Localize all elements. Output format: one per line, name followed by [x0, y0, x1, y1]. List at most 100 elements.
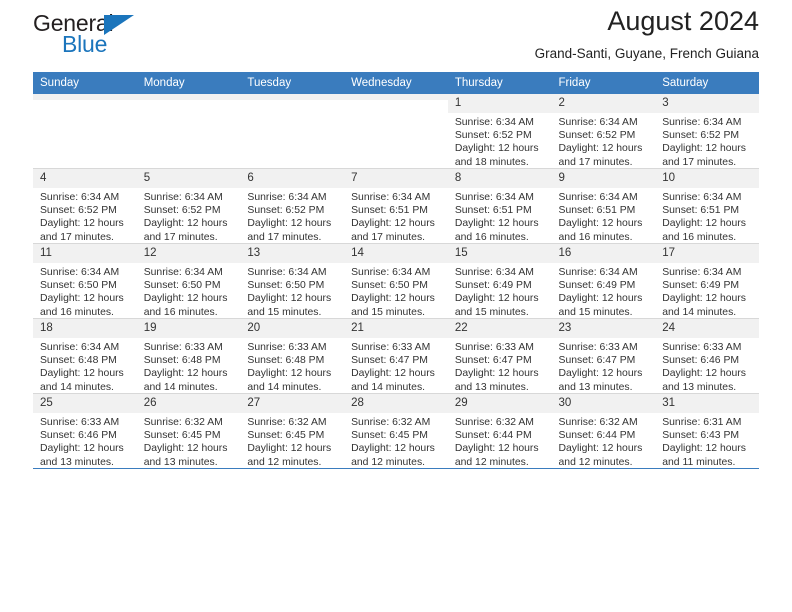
calendar-day-cell-empty — [136, 94, 241, 168]
daylight-text-line1: Daylight: 12 hours — [143, 443, 228, 455]
calendar-day-cell[interactable]: 31 Sunrise: 6:31 AM Sunset: 6:43 PM Dayligh… — [655, 394, 759, 468]
daylight-text-line1: Daylight: 12 hours — [143, 368, 228, 380]
day-number: 3 — [655, 94, 759, 113]
daylight-text-line2: and 15 minutes. — [351, 306, 426, 318]
day-cell-inner: 3 Sunrise: 6:34 AM Sunset: 6:52 PM Daylight… — [655, 94, 759, 168]
day-details: Sunrise: 6:34 AM Sunset: 6:51 PM Daylight:… — [655, 188, 759, 244]
day-number: 27 — [240, 394, 345, 413]
daylight-text-line1: Daylight: 12 hours — [351, 368, 435, 380]
calendar-day-cell[interactable]: 25 Sunrise: 6:33 AM Sunset: 6:46 PM Dayligh… — [33, 394, 137, 468]
day-cell-inner: 19 Sunrise: 6:33 AM Sunset: 6:48 PM Dayligh… — [136, 319, 241, 394]
calendar-day-cell[interactable]: 16 Sunrise: 6:34 AM Sunset: 6:49 PM Dayligh… — [551, 244, 656, 318]
calendar-week-row: 11 Sunrise: 6:34 AM Sunset: 6:50 PM Dayligh… — [33, 244, 759, 318]
daylight-text-line1: Daylight: 12 hours — [662, 143, 746, 155]
sunset-text: Sunset: 6:45 PM — [351, 430, 428, 442]
calendar-day-cell[interactable]: 12 Sunrise: 6:34 AM Sunset: 6:50 PM Dayligh… — [136, 244, 241, 318]
calendar-header-row: Sunday Monday Tuesday Wednesday Thursday… — [33, 72, 759, 94]
calendar-day-cell[interactable]: 23 Sunrise: 6:33 AM Sunset: 6:47 PM Dayligh… — [551, 319, 656, 393]
day-number: 21 — [344, 319, 448, 338]
day-number: 4 — [33, 169, 137, 188]
day-cell-inner: 14 Sunrise: 6:34 AM Sunset: 6:50 PM Dayligh… — [344, 244, 448, 318]
day-details: Sunrise: 6:34 AM Sunset: 6:48 PM Daylight:… — [33, 338, 137, 394]
sunset-text: Sunset: 6:45 PM — [143, 430, 221, 442]
calendar-day-cell[interactable]: 13 Sunrise: 6:34 AM Sunset: 6:50 PM Dayligh… — [240, 244, 345, 318]
day-cell-inner: 13 Sunrise: 6:34 AM Sunset: 6:50 PM Dayligh… — [240, 244, 345, 318]
daylight-text-line2: and 17 minutes. — [558, 156, 633, 168]
daylight-text-line1: Daylight: 12 hours — [247, 443, 332, 455]
day-details: Sunrise: 6:34 AM Sunset: 6:52 PM Daylight:… — [240, 188, 344, 244]
calendar-table: Sunday Monday Tuesday Wednesday Thursday… — [33, 72, 759, 469]
day-details: Sunrise: 6:34 AM Sunset: 6:49 PM Daylight:… — [655, 263, 759, 319]
calendar-day-cell[interactable]: 9 Sunrise: 6:34 AM Sunset: 6:51 PM Daylight… — [551, 169, 656, 243]
calendar-day-cell[interactable]: 11 Sunrise: 6:34 AM Sunset: 6:50 PM Dayligh… — [33, 244, 137, 318]
calendar-day-cell[interactable]: 28 Sunrise: 6:32 AM Sunset: 6:45 PM Dayligh… — [344, 394, 448, 468]
day-number — [136, 94, 241, 100]
calendar-week-row: 4 Sunrise: 6:34 AM Sunset: 6:52 PM Daylight… — [33, 169, 759, 243]
calendar-day-cell[interactable]: 5 Sunrise: 6:34 AM Sunset: 6:52 PM Daylight… — [136, 169, 241, 243]
sunrise-text: Sunrise: 6:33 AM — [558, 342, 638, 353]
sunrise-text: Sunrise: 6:32 AM — [247, 417, 327, 428]
daylight-text-line2: and 13 minutes. — [558, 381, 633, 393]
sunset-text: Sunset: 6:44 PM — [558, 430, 636, 442]
calendar-day-cell[interactable]: 4 Sunrise: 6:34 AM Sunset: 6:52 PM Daylight… — [33, 169, 137, 243]
sunrise-text: Sunrise: 6:34 AM — [40, 192, 120, 203]
day-number — [344, 94, 448, 100]
sunset-text: Sunset: 6:45 PM — [247, 430, 325, 442]
sunset-text: Sunset: 6:52 PM — [40, 205, 117, 217]
sunrise-text: Sunrise: 6:34 AM — [40, 267, 120, 278]
sunset-text: Sunset: 6:48 PM — [40, 355, 117, 367]
calendar-day-cell[interactable]: 1 Sunrise: 6:34 AM Sunset: 6:52 PM Daylight… — [447, 94, 552, 168]
sunrise-text: Sunrise: 6:32 AM — [558, 417, 638, 428]
calendar-day-cell[interactable]: 7 Sunrise: 6:34 AM Sunset: 6:51 PM Daylight… — [344, 169, 448, 243]
calendar-day-cell[interactable]: 20 Sunrise: 6:33 AM Sunset: 6:48 PM Dayligh… — [240, 319, 345, 393]
day-cell-inner — [240, 94, 345, 168]
calendar-day-cell[interactable]: 30 Sunrise: 6:32 AM Sunset: 6:44 PM Dayligh… — [551, 394, 656, 468]
daylight-text-line1: Daylight: 12 hours — [662, 443, 746, 455]
day-number — [33, 94, 137, 100]
calendar-day-cell[interactable]: 27 Sunrise: 6:32 AM Sunset: 6:45 PM Dayligh… — [240, 394, 345, 468]
day-cell-inner: 12 Sunrise: 6:34 AM Sunset: 6:50 PM Dayligh… — [136, 244, 241, 318]
calendar-day-cell[interactable]: 26 Sunrise: 6:32 AM Sunset: 6:45 PM Dayligh… — [136, 394, 241, 468]
day-details: Sunrise: 6:33 AM Sunset: 6:46 PM Daylight:… — [33, 413, 137, 469]
day-number: 15 — [447, 244, 552, 263]
day-number: 10 — [655, 169, 759, 188]
day-cell-inner: 25 Sunrise: 6:33 AM Sunset: 6:46 PM Dayligh… — [33, 394, 137, 468]
calendar-day-cell-empty — [240, 94, 345, 168]
daylight-text-line1: Daylight: 12 hours — [143, 218, 228, 230]
daylight-text-line2: and 14 minutes. — [351, 381, 426, 393]
calendar-day-cell[interactable]: 6 Sunrise: 6:34 AM Sunset: 6:52 PM Daylight… — [240, 169, 345, 244]
day-cell-inner: 1 Sunrise: 6:34 AM Sunset: 6:52 PM Daylight… — [447, 94, 552, 168]
calendar-day-cell[interactable]: 10 Sunrise: 6:34 AM Sunset: 6:51 PM Dayligh… — [655, 169, 759, 243]
day-number: 12 — [136, 244, 241, 263]
calendar-day-cell[interactable]: 17 Sunrise: 6:34 AM Sunset: 6:49 PM Dayligh… — [655, 244, 759, 318]
calendar-day-cell[interactable]: 15 Sunrise: 6:34 AM Sunset: 6:49 PM Dayligh… — [447, 244, 552, 318]
calendar-day-cell[interactable]: 8 Sunrise: 6:34 AM Sunset: 6:51 PM Daylight… — [447, 169, 552, 243]
calendar-day-cell[interactable]: 2 Sunrise: 6:34 AM Sunset: 6:52 PM Daylight… — [551, 94, 656, 169]
calendar-day-cell[interactable]: 29 Sunrise: 6:32 AM Sunset: 6:44 PM Dayligh… — [447, 394, 552, 469]
day-cell-inner: 6 Sunrise: 6:34 AM Sunset: 6:52 PM Daylight… — [240, 169, 345, 244]
calendar-day-cell[interactable]: 3 Sunrise: 6:34 AM Sunset: 6:52 PM Daylight… — [655, 94, 759, 168]
daylight-text-line1: Daylight: 12 hours — [454, 368, 539, 380]
daylight-text-line1: Daylight: 12 hours — [558, 143, 643, 155]
calendar-day-cell[interactable]: 14 Sunrise: 6:34 AM Sunset: 6:50 PM Dayligh… — [344, 244, 448, 318]
day-details: Sunrise: 6:31 AM Sunset: 6:43 PM Daylight:… — [655, 413, 759, 469]
daylight-text-line2: and 17 minutes. — [247, 231, 322, 243]
daylight-text-line2: and 16 minutes. — [40, 306, 114, 318]
calendar-day-cell[interactable]: 24 Sunrise: 6:33 AM Sunset: 6:46 PM Dayligh… — [655, 319, 759, 393]
day-details: Sunrise: 6:32 AM Sunset: 6:44 PM Daylight:… — [448, 413, 552, 469]
weekday-header-saturday: Saturday — [655, 72, 759, 94]
day-details: Sunrise: 6:33 AM Sunset: 6:48 PM Daylight:… — [137, 338, 241, 394]
day-details: Sunrise: 6:34 AM Sunset: 6:52 PM Daylight:… — [552, 113, 656, 169]
daylight-text-line2: and 15 minutes. — [558, 306, 633, 318]
calendar-day-cell[interactable]: 19 Sunrise: 6:33 AM Sunset: 6:48 PM Dayligh… — [136, 319, 241, 394]
calendar-day-cell[interactable]: 21 Sunrise: 6:33 AM Sunset: 6:47 PM Dayligh… — [344, 319, 448, 393]
sunrise-text: Sunrise: 6:34 AM — [662, 117, 742, 128]
calendar-day-cell[interactable]: 22 Sunrise: 6:33 AM Sunset: 6:47 PM Dayligh… — [447, 319, 552, 393]
daylight-text-line2: and 17 minutes. — [143, 231, 218, 243]
sunset-text: Sunset: 6:48 PM — [247, 355, 325, 367]
calendar-day-cell[interactable]: 18 Sunrise: 6:34 AM Sunset: 6:48 PM Dayligh… — [33, 319, 137, 393]
day-details: Sunrise: 6:33 AM Sunset: 6:47 PM Daylight:… — [344, 338, 448, 394]
sunset-text: Sunset: 6:51 PM — [558, 205, 636, 217]
day-number: 7 — [344, 169, 448, 188]
day-cell-inner: 30 Sunrise: 6:32 AM Sunset: 6:44 PM Dayligh… — [551, 394, 656, 468]
